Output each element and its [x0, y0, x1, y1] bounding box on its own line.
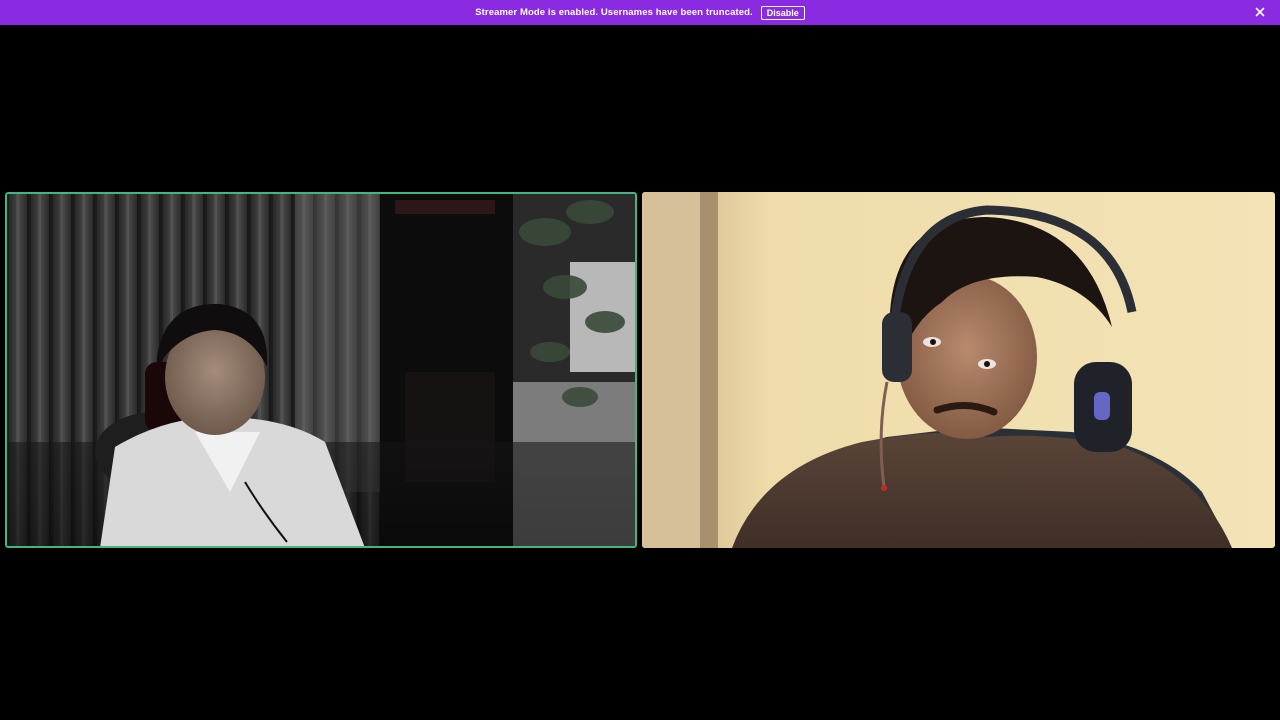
close-icon[interactable] [1254, 6, 1266, 18]
participant-1-webcam-feed [5, 192, 637, 548]
streamer-mode-banner: Streamer Mode is enabled. Usernames have… [0, 0, 1280, 25]
video-call-window: Streamer Mode is enabled. Usernames have… [0, 0, 1280, 720]
disable-streamer-mode-button[interactable]: Disable [760, 5, 805, 20]
participant-video-tile-1[interactable] [5, 192, 637, 548]
participant-video-tile-2[interactable] [642, 192, 1275, 548]
streamer-mode-message: Streamer Mode is enabled. Usernames have… [475, 7, 753, 18]
participant-2-webcam-feed [642, 192, 1275, 548]
